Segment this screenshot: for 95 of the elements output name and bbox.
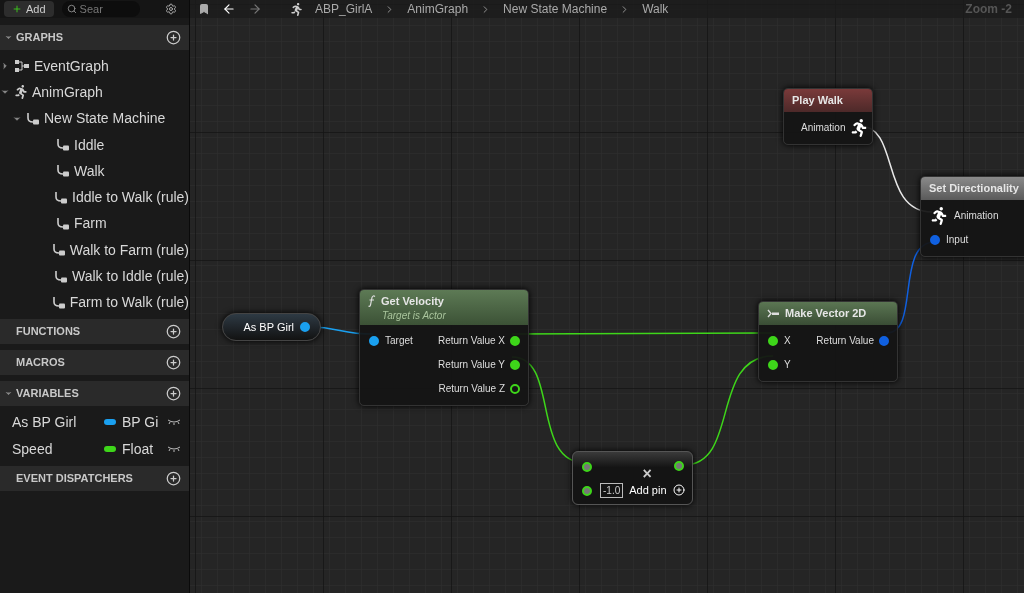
state-icon [54, 269, 68, 284]
eye-closed-icon[interactable] [167, 418, 181, 427]
node-subtitle: Target is Actor [382, 309, 447, 322]
pin[interactable] [768, 335, 778, 346]
section-header[interactable]: FUNCTIONS [0, 318, 189, 344]
node-title: As BP Girl [243, 319, 294, 335]
add-icon[interactable] [166, 323, 181, 339]
tree-item[interactable]: Walk to Iddle (rule) [72, 266, 189, 287]
pin[interactable] [369, 335, 379, 346]
state-icon [26, 111, 40, 126]
section-title: EVENT DISPATCHERS [16, 471, 134, 487]
section-title: MACROS [16, 355, 66, 371]
add-pin-button[interactable]: Add pin [629, 481, 667, 499]
section-title: GRAPHS [16, 30, 65, 46]
graph-node[interactable]: Make Vector 2D X Return Value Y [758, 301, 898, 382]
variable-node[interactable]: As BP Girl [222, 313, 321, 341]
search-icon [66, 4, 77, 14]
tree-item[interactable]: AnimGraph [32, 81, 103, 103]
graph-node[interactable]: Get Velocity Target is Actor Target Return Value X Return Value Y Return Value Z [359, 289, 529, 406]
bookmark-icon[interactable] [198, 3, 210, 15]
add-icon[interactable] [166, 354, 181, 370]
pin-label: Y [784, 358, 791, 372]
section-title: VARIABLES [16, 386, 80, 402]
value-field[interactable]: -1.0 [600, 482, 624, 498]
breadcrumb[interactable]: ABP_GirlA [315, 0, 373, 18]
variable-type[interactable]: Float [122, 438, 167, 460]
add-icon[interactable] [166, 30, 181, 45]
running-icon [290, 2, 303, 16]
state-icon [56, 164, 70, 179]
variable-name[interactable]: Speed [12, 438, 104, 460]
animation-pin-icon[interactable] [850, 118, 869, 137]
add-button[interactable]: Add [4, 1, 54, 17]
pin-label: X [784, 334, 791, 348]
tree-item[interactable]: Farm to Walk (rule) [69, 292, 189, 314]
pin[interactable] [510, 359, 520, 370]
animation-pin-icon[interactable] [930, 206, 948, 225]
input-pin[interactable] [582, 486, 592, 496]
pin-label: Input [946, 233, 969, 247]
tree-item[interactable]: New State Machine [44, 108, 166, 130]
back-arrow-icon[interactable] [222, 2, 236, 16]
tree-item[interactable]: Farm [74, 213, 107, 235]
pin-label: Return Value Y [438, 358, 505, 372]
pin[interactable] [300, 322, 310, 332]
settings-icon[interactable] [165, 3, 177, 15]
operator-symbol: × [642, 467, 652, 480]
state-icon [56, 138, 70, 153]
breadcrumb[interactable]: Walk [642, 0, 669, 18]
zoom-label: Zoom -2 [965, 1, 1012, 18]
collapse-arrow-icon[interactable] [4, 33, 13, 42]
make-struct-icon [767, 308, 780, 318]
section-title: FUNCTIONS [16, 324, 82, 340]
plus-icon [12, 4, 22, 14]
graph-node[interactable]: Set Directionality Animation Input [920, 176, 1024, 257]
function-icon [368, 295, 376, 308]
section-header[interactable]: MACROS [0, 349, 189, 375]
breadcrumb[interactable]: New State Machine [503, 0, 608, 18]
state-icon [56, 216, 70, 231]
pin-label: Animation [801, 121, 846, 135]
node-title: Set Directionality [929, 181, 1019, 196]
pin-label: Return Value [816, 334, 874, 348]
expand-arrow-icon[interactable] [0, 61, 10, 72]
pin-label: Return Value X [437, 334, 505, 348]
tree-item[interactable]: Iddle [74, 134, 105, 156]
variable-type[interactable]: BP Gi [122, 411, 167, 433]
tree-item[interactable]: Iddle to Walk (rule) [72, 187, 189, 209]
add-icon[interactable] [166, 385, 181, 401]
pin[interactable] [768, 359, 778, 370]
breadcrumb[interactable]: AnimGraph [407, 0, 469, 18]
pin-label: Return Value Z [438, 382, 505, 396]
node-title: Play Walk [792, 93, 843, 108]
add-icon[interactable] [166, 470, 181, 486]
graph-node[interactable]: Play Walk Animation [783, 88, 873, 145]
state-icon [51, 295, 66, 310]
pin[interactable] [510, 335, 520, 346]
input-pin[interactable] [582, 462, 592, 472]
output-pin[interactable] [674, 461, 684, 471]
multiply-node[interactable]: × -1.0 Add pin [572, 451, 693, 505]
state-icon [54, 190, 68, 205]
tree-item[interactable]: Walk [74, 160, 105, 182]
eye-closed-icon[interactable] [167, 445, 181, 454]
tree-item[interactable]: Walk to Farm (rule) [69, 239, 189, 261]
pin-label: Animation [954, 209, 999, 223]
state-icon [51, 243, 66, 258]
running-icon [14, 85, 28, 100]
node-title: Get Velocity [381, 294, 444, 309]
section-header[interactable]: EVENT DISPATCHERS [0, 465, 189, 491]
variable-name[interactable]: As BP Girl [12, 411, 104, 433]
pin-label: Target [385, 334, 413, 348]
pin[interactable] [510, 383, 520, 394]
node-title: Make Vector 2D [785, 306, 867, 321]
section-header[interactable]: VARIABLES [0, 380, 189, 406]
search-field[interactable]: Sear [61, 1, 140, 17]
event-graph-icon [14, 59, 30, 74]
tree-item[interactable]: EventGraph [34, 55, 109, 77]
section-header[interactable]: GRAPHS [0, 25, 189, 50]
